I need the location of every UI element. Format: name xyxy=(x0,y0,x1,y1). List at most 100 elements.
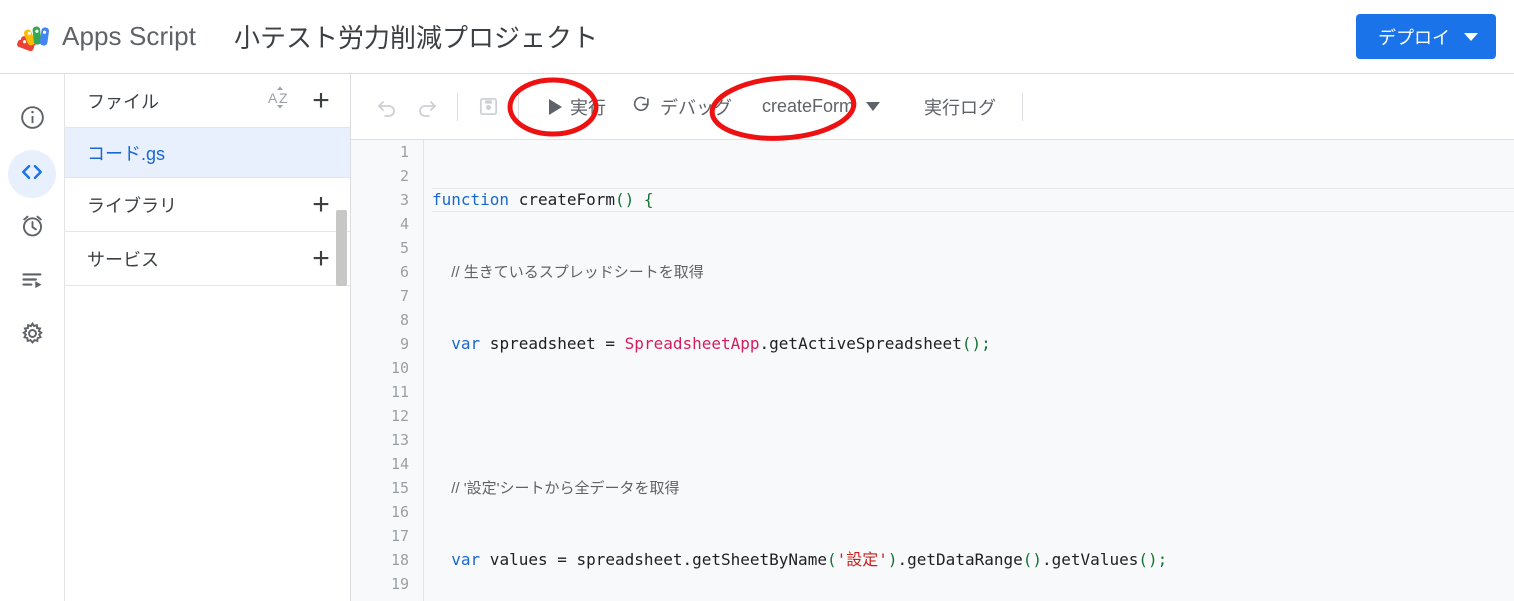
line-number: 17 xyxy=(390,527,409,545)
function-select[interactable]: createForm xyxy=(750,87,892,127)
svg-text:Z: Z xyxy=(279,90,288,106)
files-section-header[interactable]: ファイル A Z + xyxy=(65,74,350,128)
code-icon xyxy=(18,158,46,191)
line-number: 15 xyxy=(390,479,409,497)
line-number: 1 xyxy=(399,143,409,161)
line-number: 9 xyxy=(399,335,409,353)
deploy-button[interactable]: デプロイ xyxy=(1356,14,1496,59)
token-keyword: var xyxy=(451,550,481,569)
sidebar-item-executions[interactable] xyxy=(8,258,56,306)
play-icon xyxy=(549,98,562,115)
editor-toolbar: 実行 デバッグ createForm 実行ログ xyxy=(351,74,1514,140)
debug-button-label: デバッグ xyxy=(660,97,732,118)
apps-script-window: Apps Script 小テスト労力削減プロジェクト デプロイ ファイル A Z… xyxy=(0,0,1514,601)
line-number: 4 xyxy=(399,215,409,233)
app-header: Apps Script 小テスト労力削減プロジェクト デプロイ xyxy=(0,0,1514,74)
list-item-file[interactable]: コード.gs xyxy=(65,128,350,178)
line-number: 10 xyxy=(390,359,409,377)
run-button[interactable]: 実行 xyxy=(537,87,618,127)
explorer-scrollbar[interactable] xyxy=(336,210,347,286)
line-number: 16 xyxy=(390,503,409,521)
undo-icon[interactable] xyxy=(367,87,407,127)
line-number: 20 xyxy=(351,596,423,601)
line-number-gutter: 1 2 3 4 5 6 7 8 9 10 11 12 13 14 15 16 1… xyxy=(351,140,424,601)
token-punct: (); xyxy=(1138,550,1168,569)
token-method: .getValues xyxy=(1042,550,1139,569)
deploy-button-label: デプロイ xyxy=(1378,27,1450,48)
toolbar-divider-2 xyxy=(518,92,519,121)
sidebar-item-editor[interactable] xyxy=(8,150,56,198)
token-method: .getDataRange xyxy=(897,550,1023,569)
svg-text:A: A xyxy=(268,90,278,106)
debug-button[interactable]: デバッグ xyxy=(618,87,744,127)
execution-list-icon xyxy=(19,266,46,298)
code-line-5: // '設定'シートから全データを取得 xyxy=(432,476,1514,500)
token-identifier: values = spreadsheet.getSheetByName xyxy=(480,550,827,569)
services-section-header[interactable]: サービス + xyxy=(65,232,350,286)
files-section-label: ファイル xyxy=(87,91,159,112)
sidebar-item-overview[interactable] xyxy=(8,96,56,144)
alarm-clock-icon xyxy=(19,212,46,244)
token-punct: () xyxy=(1022,550,1043,569)
function-select-value: createForm xyxy=(762,96,855,116)
token-comment: // '設定'シートから全データを取得 xyxy=(451,480,680,497)
libraries-section-header[interactable]: ライブラリ + xyxy=(65,178,350,232)
token-class: SpreadsheetApp xyxy=(624,334,760,353)
line-number: 12 xyxy=(390,407,409,425)
brand-name: Apps Script xyxy=(62,21,197,51)
chevron-down-icon xyxy=(1464,32,1478,41)
left-icon-rail xyxy=(0,74,65,601)
token-identifier: createForm xyxy=(509,190,616,209)
line-number: 11 xyxy=(390,383,409,401)
page-title: 小テスト労力削減プロジェクト xyxy=(234,23,599,53)
line-number: 14 xyxy=(390,455,409,473)
token-keyword: function xyxy=(432,190,510,209)
token-punct: ) xyxy=(887,550,898,569)
libraries-section-label: ライブラリ xyxy=(87,195,177,216)
file-explorer-panel: ファイル A Z + コード.gs ライブラリ + サービス + xyxy=(65,74,351,601)
line-number: 7 xyxy=(399,287,409,305)
code-text[interactable]: function createForm() { // 生きているスプレッドシート… xyxy=(424,140,1514,601)
token-punct: () { xyxy=(615,190,654,209)
save-icon[interactable] xyxy=(468,87,508,127)
line-number: 18 xyxy=(390,551,409,569)
run-button-label: 実行 xyxy=(570,97,606,118)
execution-log-button[interactable]: 実行ログ xyxy=(912,87,1008,127)
chevron-down-icon xyxy=(866,102,881,111)
line-number: 13 xyxy=(390,431,409,449)
line-number: 19 xyxy=(390,575,409,593)
apps-script-logo xyxy=(14,16,56,58)
token-string: '設定' xyxy=(836,550,888,569)
sidebar-item-settings[interactable] xyxy=(8,312,56,360)
token-comment: // 生きているスプレッドシートを取得 xyxy=(451,264,704,281)
debug-icon xyxy=(630,93,652,120)
code-editor[interactable]: 1 2 3 4 5 6 7 8 9 10 11 12 13 14 15 16 1… xyxy=(351,140,1514,601)
execution-log-label: 実行ログ xyxy=(924,97,997,118)
gear-icon xyxy=(19,320,46,352)
line-number: 6 xyxy=(399,263,409,281)
add-file-icon[interactable]: + xyxy=(308,85,334,116)
token-punct: (); xyxy=(961,334,991,353)
add-library-icon[interactable]: + xyxy=(308,189,334,220)
token-punct: ( xyxy=(826,550,837,569)
token-identifier: spreadsheet = xyxy=(480,334,625,353)
sort-az-icon[interactable]: A Z xyxy=(268,86,294,115)
code-line-6: var values = spreadsheet.getSheetByName(… xyxy=(432,548,1514,572)
services-section-label: サービス xyxy=(87,249,159,270)
token-method: .getActiveSpreadsheet xyxy=(759,334,962,353)
token-keyword: var xyxy=(451,334,481,353)
toolbar-divider-1 xyxy=(457,92,458,121)
line-number: 8 xyxy=(399,311,409,329)
add-service-icon[interactable]: + xyxy=(308,243,334,274)
redo-icon[interactable] xyxy=(407,87,447,127)
line-number: 5 xyxy=(399,239,409,257)
code-line-1: function createForm() { xyxy=(432,188,1514,212)
code-line-3: var spreadsheet = SpreadsheetApp.getActi… xyxy=(432,332,1514,356)
info-icon xyxy=(19,104,46,136)
line-number: 3 xyxy=(399,191,409,209)
sidebar-item-triggers[interactable] xyxy=(8,204,56,252)
code-line-2: // 生きているスプレッドシートを取得 xyxy=(432,260,1514,284)
line-number: 2 xyxy=(399,167,409,185)
toolbar-divider-3 xyxy=(1022,92,1024,121)
